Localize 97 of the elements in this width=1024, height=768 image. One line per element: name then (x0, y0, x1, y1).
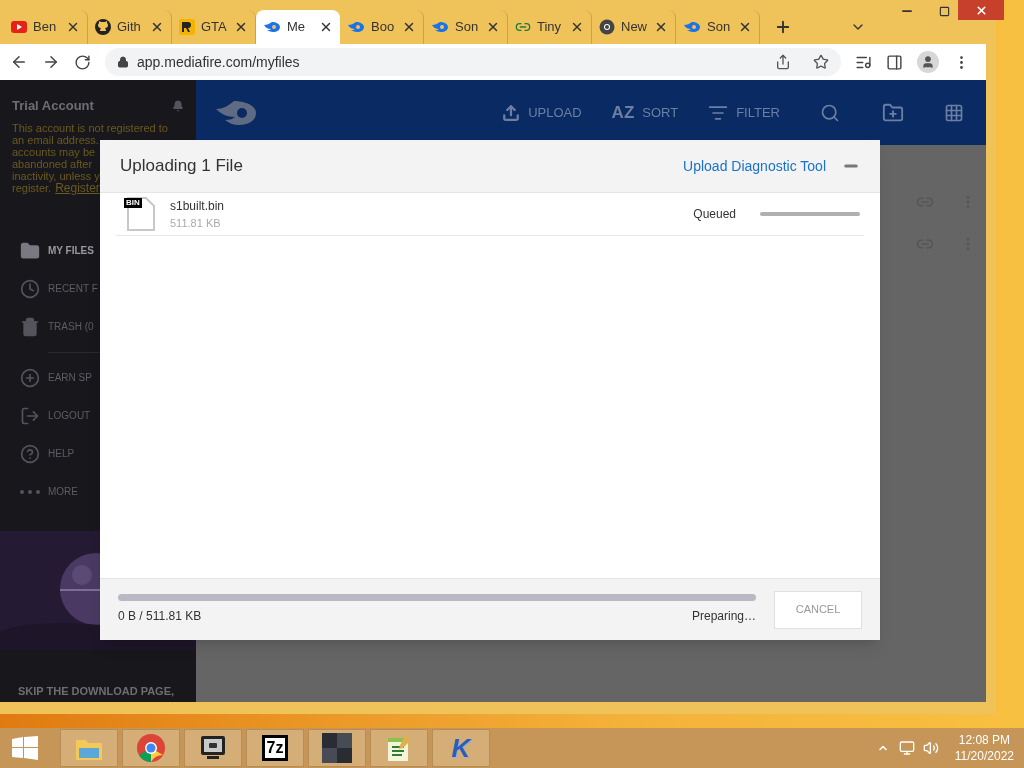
notice-text: This account is not registered to (12, 121, 168, 134)
k-logo-icon: K (451, 735, 471, 761)
file-status: Queued (693, 206, 736, 223)
windows-start-icon[interactable] (12, 736, 38, 760)
forward-icon[interactable] (42, 53, 60, 71)
back-icon[interactable] (10, 53, 28, 71)
tab-title: Me (287, 18, 307, 37)
flame-icon (431, 21, 449, 33)
sidebar-item[interactable]: MORE (0, 472, 100, 511)
chrome-icon (136, 733, 166, 763)
close-icon[interactable] (234, 20, 248, 34)
cat-icon (95, 19, 111, 35)
close-icon[interactable] (654, 20, 668, 34)
close-icon[interactable] (402, 20, 416, 34)
tab-title: Ben (33, 18, 58, 37)
chrome-icon (599, 19, 615, 35)
clock-icon (20, 278, 40, 299)
archive-icon: 7z (261, 735, 289, 761)
folder-icon (20, 240, 40, 261)
taskbar-button[interactable] (308, 729, 366, 767)
close-icon[interactable] (319, 20, 333, 34)
taskbar-button[interactable]: K (432, 729, 490, 767)
checker-icon (322, 733, 352, 763)
diagnostic-link[interactable]: Upload Diagnostic Tool (683, 155, 826, 177)
flame-icon (683, 21, 701, 33)
maximize-icon[interactable] (939, 6, 950, 17)
reload-icon[interactable] (74, 53, 91, 71)
close-icon[interactable] (738, 20, 752, 34)
close-icon[interactable] (570, 20, 584, 34)
notice-text: register. (12, 181, 52, 194)
search-icon[interactable] (820, 102, 840, 123)
logout-icon (20, 405, 40, 426)
close-window-button[interactable] (958, 0, 1004, 20)
monitor-icon (199, 734, 227, 762)
notice-text: an email address. (12, 133, 99, 146)
tab-title: Tiny (537, 18, 563, 37)
new-tab-icon[interactable] (774, 18, 792, 36)
tab-title: Son (455, 18, 480, 37)
toolbar-button[interactable]: AZ SORT (611, 102, 679, 123)
tab-title: New (621, 18, 648, 37)
file-name: s1built.bin (170, 197, 226, 215)
sort-icon: AZ (611, 104, 635, 121)
side-panel-icon[interactable] (886, 53, 903, 71)
trash-icon (20, 316, 40, 337)
lock-icon (117, 56, 129, 68)
share-icon[interactable] (775, 54, 791, 70)
close-icon[interactable] (66, 20, 80, 34)
sidebar-item[interactable]: RECENT F (0, 269, 100, 308)
volume-icon[interactable] (922, 740, 939, 756)
dialog-title: Uploading 1 File (120, 155, 244, 178)
sidebar-item[interactable]: LOGOUT (0, 396, 100, 435)
sidebar-item[interactable]: TRASH (0 (0, 307, 100, 346)
upload-icon (502, 103, 521, 122)
help-icon (20, 443, 40, 464)
taskbar-button[interactable] (184, 729, 242, 767)
bookmark-icon[interactable] (813, 54, 829, 70)
toolbar-button[interactable]: UPLOAD (502, 102, 582, 123)
play-icon (11, 21, 27, 33)
file-size: 511.81 KB (170, 215, 222, 231)
sidebar-item[interactable]: MY FILES (0, 231, 100, 270)
url-text: app.mediafire.com/myfiles (137, 52, 301, 72)
close-icon[interactable] (150, 20, 164, 34)
plus-icon (20, 367, 40, 388)
register-link[interactable]: Register (55, 181, 100, 194)
notice-text: inactivity, unless y (12, 169, 100, 182)
grid-view-icon[interactable] (944, 102, 964, 123)
notice-text: abandoned after (12, 157, 93, 170)
flame-icon (263, 21, 281, 33)
flame-icon (347, 21, 365, 33)
transfer-total: 0 B / 511.81 KB (118, 608, 203, 625)
new-folder-icon[interactable] (882, 101, 904, 124)
tab-title: GTA (201, 18, 228, 37)
star-logo-icon (179, 19, 195, 35)
browser-tab[interactable]: Me (256, 10, 340, 44)
tab-title: Son (707, 18, 732, 37)
account-title: Trial Account (12, 97, 95, 115)
flame-logo-icon (214, 99, 258, 126)
clock-date[interactable]: 11/20/2022 (954, 748, 1014, 764)
file-type-badge: BIN (124, 198, 142, 208)
promo-text: SKIP THE DOWNLOAD PAGE, (18, 685, 175, 697)
tab-title: Boo (371, 18, 396, 37)
more-icon (20, 489, 40, 494)
cancel-button[interactable]: CANCEL (774, 590, 862, 629)
notice-text: accounts may be (12, 145, 96, 158)
close-icon (974, 3, 988, 17)
clock-time[interactable]: 12:08 PM (958, 732, 1011, 748)
taskbar-button[interactable]: 7z (246, 729, 304, 767)
taskbar-button[interactable] (370, 729, 428, 767)
sidebar-item[interactable]: EARN SP (0, 358, 100, 397)
toolbar-button[interactable]: FILTER (708, 102, 780, 123)
tab-title: Gith (117, 18, 142, 37)
sidebar-item[interactable]: HELP (0, 434, 100, 473)
address-bar[interactable]: app.mediafire.com/myfiles (105, 48, 841, 76)
network-icon[interactable] (898, 740, 915, 756)
close-icon[interactable] (486, 20, 500, 34)
profile-icon[interactable] (917, 51, 939, 73)
upload-status: Preparing… (691, 608, 756, 625)
